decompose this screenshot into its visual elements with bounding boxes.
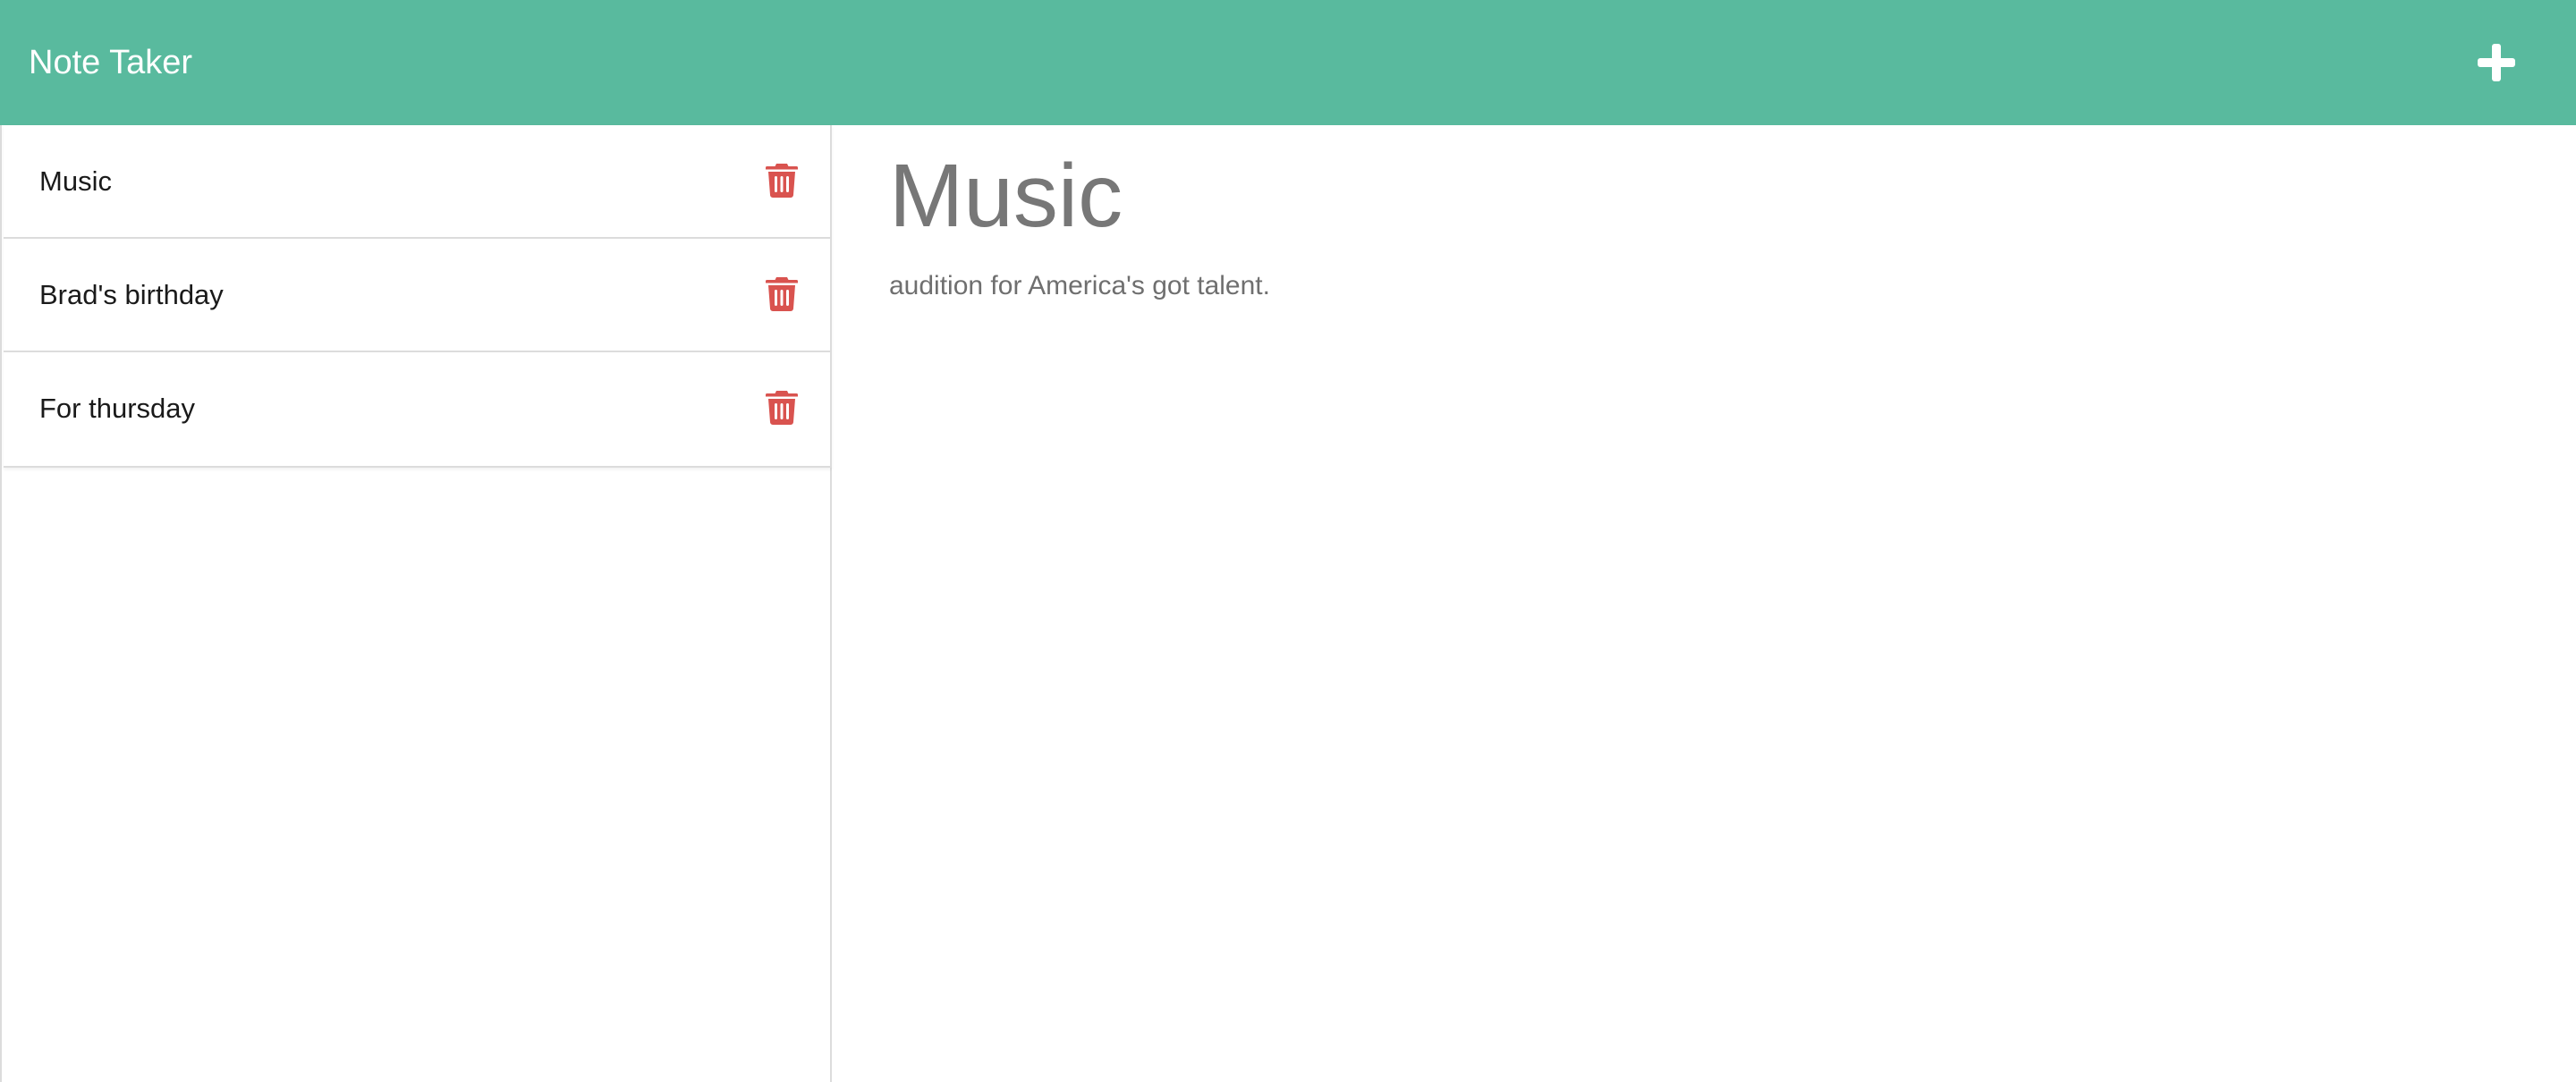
note-list-item-title: Music: [39, 165, 112, 197]
note-title-field[interactable]: Music: [889, 147, 2499, 245]
trash-icon: [766, 275, 798, 311]
trash-icon: [766, 162, 798, 198]
note-list-item-brads-birthday[interactable]: Brad's birthday: [4, 239, 832, 352]
note-list-item-title: Brad's birthday: [39, 279, 224, 310]
delete-note-button[interactable]: [766, 275, 798, 311]
new-note-button[interactable]: [2474, 40, 2519, 85]
note-list: Music Brad's birthday For thursday: [4, 125, 832, 468]
notes-sidebar: Music Brad's birthday For thursday: [0, 125, 832, 1082]
trash-icon: [766, 389, 798, 425]
note-list-item-music[interactable]: Music: [4, 125, 832, 239]
note-editor: Music audition for America's got talent.: [832, 125, 2576, 1082]
note-list-item-title: For thursday: [39, 393, 196, 424]
app-title[interactable]: Note Taker: [29, 0, 192, 125]
note-list-item-for-thursday[interactable]: For thursday: [4, 352, 832, 466]
plus-icon: [2474, 40, 2519, 85]
delete-note-button[interactable]: [766, 162, 798, 198]
note-text-field[interactable]: audition for America's got talent.: [889, 268, 2499, 303]
navbar: Note Taker: [0, 0, 2576, 125]
delete-note-button[interactable]: [766, 389, 798, 425]
